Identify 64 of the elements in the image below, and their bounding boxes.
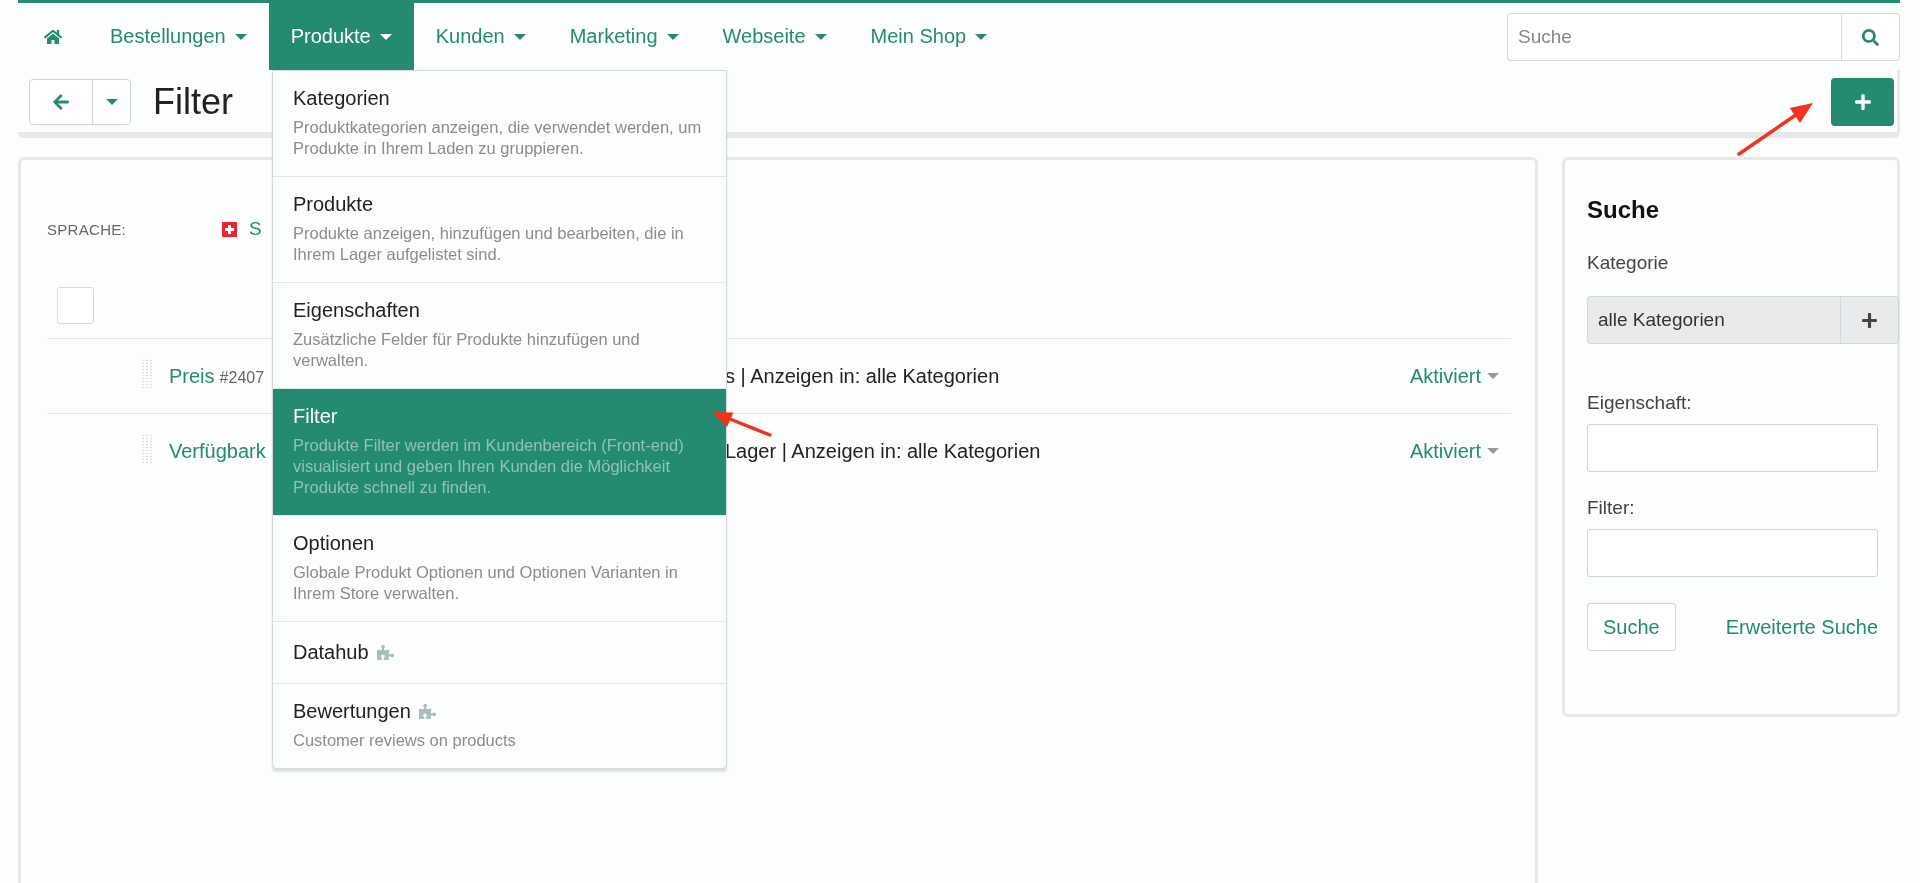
- menu-item-title: Filter: [293, 405, 338, 428]
- search-icon: [1862, 28, 1879, 46]
- filter-name-link[interactable]: Preis #2407: [169, 364, 269, 388]
- home-icon: [44, 27, 62, 46]
- caret-icon: [814, 33, 827, 40]
- panel-title: Suche: [1587, 196, 1661, 224]
- annotation-arrow: [712, 412, 772, 437]
- plus-icon: [1853, 93, 1872, 111]
- menu-item[interactable]: Bewertungen Customer reviews on products: [273, 684, 726, 768]
- nav-menu-item[interactable]: Bestellungen: [88, 3, 269, 70]
- nav-menu-item[interactable]: Kunden: [413, 3, 548, 70]
- menu-item[interactable]: Kategorien Produktkategorien anzeigen, die verwendet werden, um Produkte in Ihrem Laden zu gruppieren.: [273, 71, 726, 177]
- nav-menu-item[interactable]: Marketing: [547, 3, 701, 70]
- caret-icon: [666, 33, 679, 40]
- search-submit-button[interactable]: Suche: [1587, 603, 1676, 651]
- language-label: SPRACHE:: [47, 220, 128, 238]
- caret-icon: [513, 33, 526, 40]
- menu-item-title: Datahub: [293, 641, 369, 664]
- caret-icon: [975, 33, 988, 40]
- language-link[interactable]: S: [249, 218, 262, 240]
- caret-icon: [1487, 373, 1499, 379]
- plus-icon: [1861, 311, 1878, 329]
- menu-item[interactable]: Optionen Globale Produkt Optionen und Optionen Varianten in Ihrem Store verwalten.: [273, 516, 726, 622]
- caret-icon: [105, 99, 118, 105]
- page-title: Filter: [153, 81, 233, 123]
- menu-item[interactable]: Filter Produkte Filter werden im Kundenbereich (Front-end) visualisiert und geben Ihren Kunden die Möglichkeit Produkte schnell zu finden.: [273, 389, 726, 516]
- filter-details: Lager | Anzeigen in: alle Kategorien: [725, 439, 1041, 463]
- select-all-checkbox[interactable]: [57, 287, 94, 324]
- search-button[interactable]: [1841, 13, 1900, 61]
- status-dropdown[interactable]: Aktiviert: [1409, 439, 1511, 463]
- filter-name-link[interactable]: Verfügbark: [169, 439, 269, 463]
- drag-handle-icon: [142, 434, 152, 464]
- drag-handle-icon: [142, 359, 152, 389]
- menu-item-description: Customer reviews on products: [293, 730, 517, 751]
- add-button[interactable]: [1831, 78, 1894, 126]
- menu-item-description: Produkte anzeigen, hinzufügen und bearbeiten, die in Ihrem Lager aufgelistet sind.: [293, 223, 685, 265]
- caret-icon: [379, 33, 392, 40]
- category-select[interactable]: alle Kategorien: [1587, 296, 1899, 344]
- menu-item-title: Kategorien: [293, 87, 390, 110]
- nav-menu-item[interactable]: Mein Shop: [848, 3, 1010, 70]
- search-field[interactable]: Suche: [1507, 13, 1841, 61]
- field-label: Filter:: [1587, 497, 1636, 519]
- menu-item-title: Bewertungen: [293, 700, 411, 723]
- advanced-search-link[interactable]: Erweiterte Suche: [1725, 615, 1878, 639]
- input-field[interactable]: [1587, 529, 1878, 577]
- input-field[interactable]: [1587, 424, 1878, 472]
- menu-item-description: Zusätzliche Felder für Produkte hinzufügen und verwalten.: [293, 329, 641, 371]
- caret-icon: [234, 33, 247, 40]
- arrow-left-icon: [52, 93, 70, 111]
- menu-item[interactable]: Produkte Produkte anzeigen, hinzufügen und bearbeiten, die in Ihrem Lager aufgelistet sind.: [273, 177, 726, 283]
- nav-menu-item[interactable]: Webseite: [700, 3, 849, 70]
- menu-item[interactable]: Datahub: [273, 622, 726, 684]
- caret-icon: [1487, 448, 1499, 454]
- menu-item-title: Eigenschaften: [293, 299, 420, 322]
- menu-item-description: Produkte Filter werden im Kundenbereich (Front-end) visualisiert und geben Ihren Kunden die Möglichkeit Produkte schnell zu finden.: [293, 435, 685, 498]
- menu-item-description: Globale Produkt Optionen und Optionen Varianten in Ihrem Store verwalten.: [293, 562, 679, 604]
- status-dropdown[interactable]: Aktiviert: [1409, 364, 1511, 388]
- menu-item-title: Produkte: [293, 193, 374, 216]
- menu-item-description: Produktkategorien anzeigen, die verwendet werden, um Produkte in Ihrem Laden zu gruppieren.: [293, 117, 703, 159]
- field-label: Kategorie: [1587, 252, 1670, 274]
- flag-icon: [222, 221, 237, 237]
- field-label: Eigenschaft:: [1587, 392, 1693, 414]
- menu-item-title: Optionen: [293, 532, 375, 555]
- nav-menu-item[interactable]: Produkte: [268, 3, 414, 70]
